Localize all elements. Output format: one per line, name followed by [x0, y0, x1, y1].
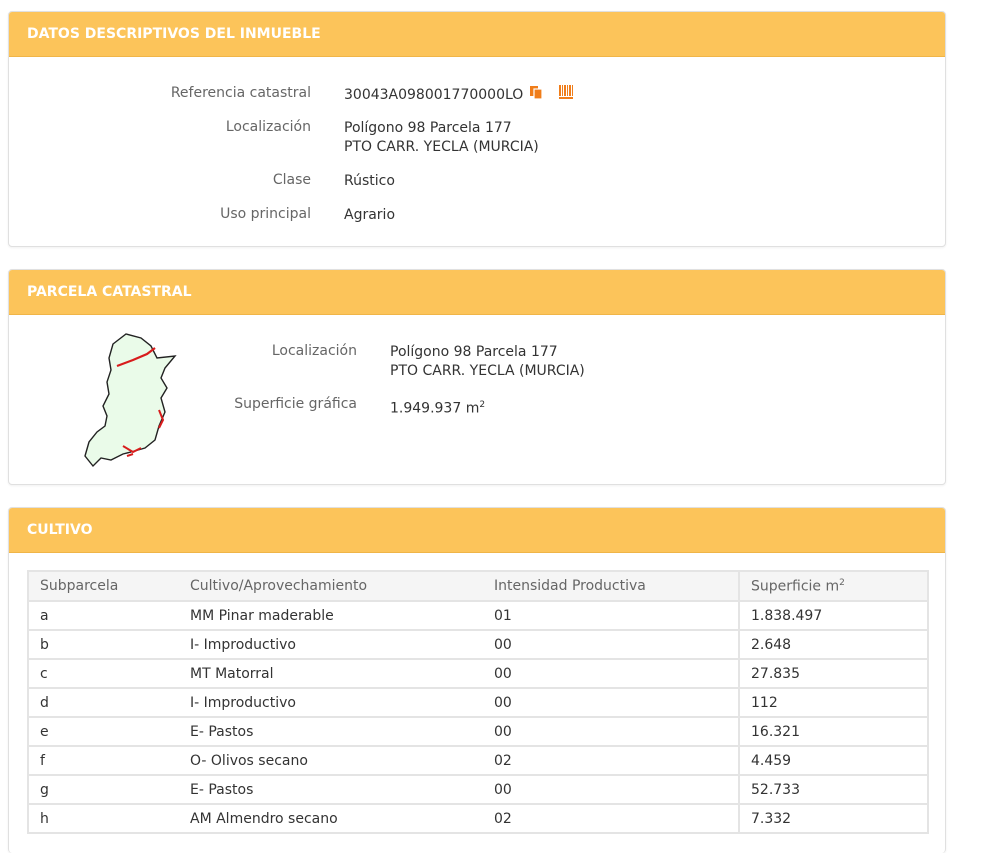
cell-intensidad: 00: [483, 775, 740, 805]
cell-superficie: 16.321: [739, 717, 927, 747]
cultivo-table: Subparcela Cultivo/Aprovechamiento Inten…: [29, 572, 927, 834]
cell-superficie: 4.459: [739, 746, 927, 776]
parcel-loc-label: Localización: [271, 343, 357, 359]
superficie-header-exp: 2: [839, 577, 845, 588]
loc-label: Localización: [225, 119, 311, 135]
cell-subparcela: e: [29, 717, 179, 747]
uso-value: Agrario: [344, 207, 396, 223]
ref-value-text[interactable]: 30043A098001770000LO: [344, 87, 523, 103]
cell-intensidad: 02: [483, 746, 740, 776]
cell-intensidad: 00: [483, 717, 740, 747]
cell-subparcela: f: [29, 746, 179, 776]
table-row: f O- Olivos secano 02 4.459: [29, 746, 927, 776]
superficie-header-text: Superficie m: [751, 578, 840, 595]
cell-subparcela: b: [29, 630, 179, 660]
cell-intensidad: 00: [483, 630, 740, 660]
panel-title: DATOS DESCRIPTIVOS DEL INMUEBLE: [9, 12, 945, 57]
cell-cultivo: E- Pastos: [179, 717, 483, 747]
parcel-loc-value: Polígono 98 Parcela 177 PTO CARR. YECLA …: [390, 343, 585, 381]
cell-subparcela: a: [29, 601, 179, 631]
table-row: h AM Almendro secano 02 7.332: [29, 804, 927, 834]
table-header-row: Subparcela Cultivo/Aprovechamiento Inten…: [29, 572, 927, 602]
col-header-superficie: Superficie m2: [739, 572, 927, 602]
cell-superficie: 1.838.497: [739, 601, 927, 631]
panel-title: PARCELA CATASTRAL: [9, 270, 945, 315]
table-row: d I- Improductivo 00 112: [29, 688, 927, 718]
cell-subparcela: g: [29, 775, 179, 805]
cell-intensidad: 02: [483, 804, 740, 834]
cell-cultivo: O- Olivos secano: [179, 746, 483, 776]
superficie-value: 1.949.937 m2: [390, 396, 485, 419]
cell-superficie: 112: [739, 688, 927, 718]
table-row: g E- Pastos 00 52.733: [29, 775, 927, 805]
col-header-cultivo: Cultivo/Aprovechamiento: [179, 572, 483, 602]
loc-line1: Polígono 98 Parcela 177: [344, 120, 512, 136]
col-header-subparcela: Subparcela: [29, 572, 179, 602]
superficie-unit-exp: 2: [479, 400, 486, 410]
cell-subparcela: h: [29, 804, 179, 834]
panel-cultivo: CULTIVO Subparcela Cultivo/Aprovechamien…: [8, 507, 946, 853]
uso-label: Uso principal: [220, 206, 311, 222]
cell-cultivo: MT Matorral: [179, 659, 483, 689]
panel-datos-descriptivos: DATOS DESCRIPTIVOS DEL INMUEBLE Referenc…: [8, 11, 946, 247]
cultivo-table-wrap: Subparcela Cultivo/Aprovechamiento Inten…: [27, 570, 929, 834]
cell-cultivo: E- Pastos: [179, 775, 483, 805]
table-row: c MT Matorral 00 27.835: [29, 659, 927, 689]
cell-superficie: 7.332: [739, 804, 927, 834]
cell-superficie: 2.648: [739, 630, 927, 660]
parcel-loc-line2: PTO CARR. YECLA (MURCIA): [390, 363, 585, 379]
superficie-label: Superficie gráfica: [234, 396, 357, 412]
parcel-loc-line1: Polígono 98 Parcela 177: [390, 344, 558, 360]
cell-intensidad: 01: [483, 601, 740, 631]
cell-superficie: 27.835: [739, 659, 927, 689]
cell-subparcela: c: [29, 659, 179, 689]
panel-parcela-catastral: PARCELA CATASTRAL Localización Polígono …: [8, 269, 946, 485]
ref-value: 30043A098001770000LO: [344, 85, 575, 105]
superficie-number: 1.949.937 m: [390, 400, 480, 417]
ref-label: Referencia catastral: [170, 85, 311, 101]
cell-superficie: 52.733: [739, 775, 927, 805]
table-row: e E- Pastos 00 16.321: [29, 717, 927, 747]
cultivo-table-body: a MM Pinar maderable 01 1.838.497 b I- Improd…: [29, 601, 927, 834]
table-row: b I- Improductivo 00 2.648: [29, 630, 927, 660]
cell-cultivo: I- Improductivo: [179, 688, 483, 718]
table-row: a MM Pinar maderable 01 1.838.497: [29, 601, 927, 631]
loc-value: Polígono 98 Parcela 177 PTO CARR. YECLA …: [344, 119, 539, 157]
col-header-intensidad: Intensidad Productiva: [483, 572, 740, 602]
clase-label: Clase: [272, 172, 311, 188]
copy-icon[interactable]: [529, 85, 543, 105]
cell-cultivo: AM Almendro secano: [179, 804, 483, 834]
panel-title: CULTIVO: [9, 508, 945, 553]
cell-intensidad: 00: [483, 659, 740, 689]
cell-cultivo: I- Improductivo: [179, 630, 483, 660]
cell-subparcela: d: [29, 688, 179, 718]
loc-line2: PTO CARR. YECLA (MURCIA): [344, 139, 539, 155]
clase-value: Rústico: [344, 173, 395, 189]
cell-cultivo: MM Pinar maderable: [179, 601, 483, 631]
cell-intensidad: 00: [483, 688, 740, 718]
barcode-icon[interactable]: [559, 85, 575, 105]
